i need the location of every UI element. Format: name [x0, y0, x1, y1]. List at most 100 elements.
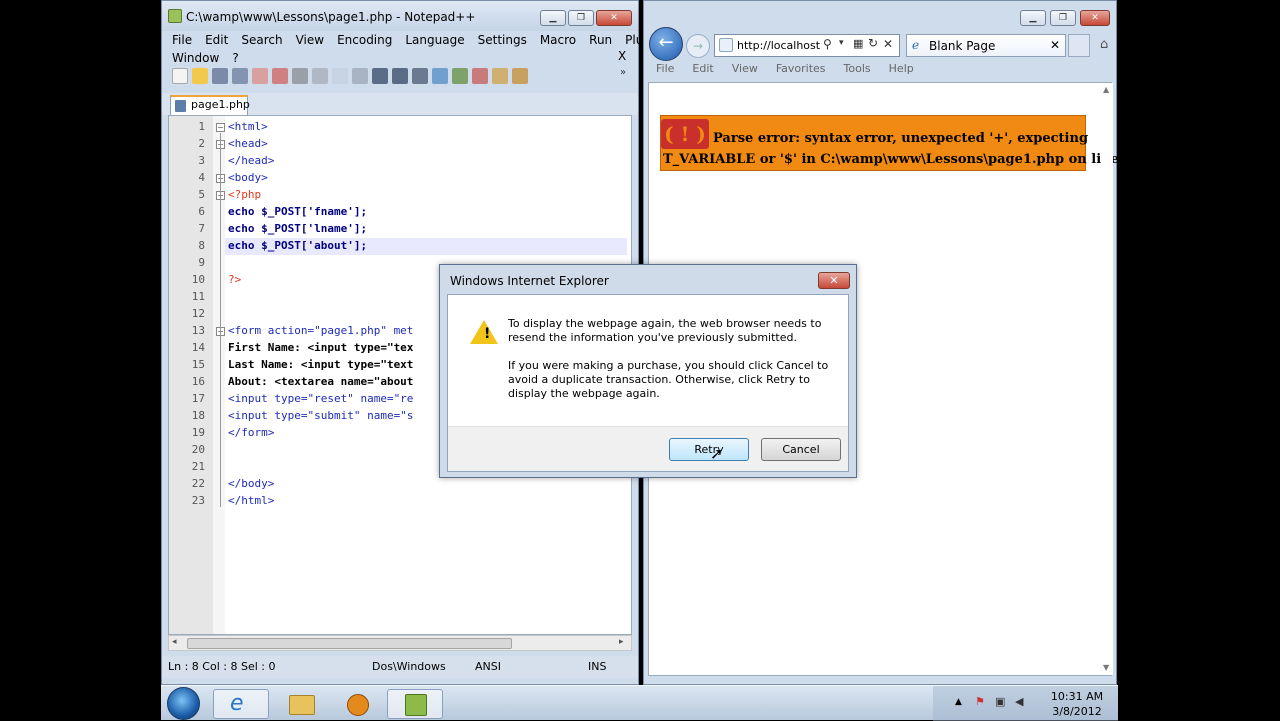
forward-button[interactable]: →	[686, 34, 710, 58]
code-line[interactable]: echo $_POST['about'];	[228, 239, 367, 252]
start-button[interactable]	[167, 687, 200, 720]
close-button[interactable]: ✕	[596, 10, 632, 26]
new-file-icon[interactable]	[172, 68, 188, 84]
line-number: 19	[191, 426, 205, 439]
menu-search[interactable]: Search	[241, 31, 282, 49]
ie-menu-help[interactable]: Help	[889, 62, 914, 75]
ie-menu-file[interactable]: File	[656, 62, 674, 75]
close-file-icon[interactable]	[252, 68, 268, 84]
address-bar[interactable]: http://localhost ⚲ ▾ ▦ ↻ ✕	[714, 34, 900, 57]
line-number: 11	[191, 290, 205, 303]
redo-icon[interactable]	[392, 68, 408, 84]
code-line[interactable]: echo $_POST['fname'];	[228, 205, 367, 218]
ie-maximize-button[interactable]: ❐	[1050, 10, 1076, 26]
notepad-titlebar[interactable]: C:\wamp\www\Lessons\page1.php - Notepad+…	[162, 1, 638, 31]
clock-date[interactable]: 3/8/2012	[1049, 705, 1105, 718]
scroll-left-icon[interactable]: ◂	[172, 637, 177, 647]
code-line[interactable]: <?php	[228, 188, 261, 201]
wrap-icon[interactable]	[512, 68, 528, 84]
toolbar-overflow-icon[interactable]: »	[620, 67, 626, 78]
taskbar-notepadpp[interactable]	[387, 689, 443, 719]
menu-view[interactable]: View	[296, 31, 324, 49]
ie-tab-icon: ℯ	[912, 38, 920, 52]
tab-blank-page[interactable]: ℯ Blank Page ✕	[906, 34, 1066, 57]
new-tab-button[interactable]	[1068, 34, 1090, 57]
code-line[interactable]: </head>	[228, 154, 274, 167]
save-icon[interactable]	[212, 68, 228, 84]
dialog-close-button[interactable]: ✕	[818, 272, 850, 289]
code-line[interactable]: </form>	[228, 426, 274, 439]
horizontal-scrollbar[interactable]: ◂ ▸	[168, 635, 632, 651]
code-line[interactable]: echo $_POST['lname'];	[228, 222, 367, 235]
menu-edit[interactable]: Edit	[205, 31, 228, 49]
refresh-icon[interactable]: ↻	[868, 36, 878, 50]
clock-time[interactable]: 10:31 AM	[1049, 690, 1105, 703]
scroll-thumb[interactable]	[187, 638, 512, 649]
sync-scroll-icon[interactable]	[492, 68, 508, 84]
stop-icon[interactable]: ✕	[883, 37, 893, 51]
tab-close-icon[interactable]: ✕	[1050, 38, 1060, 52]
code-line[interactable]: <form action="page1.php" met	[228, 324, 413, 337]
tab-page1[interactable]: page1.php	[170, 95, 250, 115]
zoom-out-icon[interactable]	[472, 68, 488, 84]
paste-icon[interactable]	[352, 68, 368, 84]
fold-toggle-icon[interactable]: −	[216, 123, 225, 132]
search-icon[interactable]: ⚲	[823, 37, 832, 51]
code-line[interactable]: </html>	[228, 494, 274, 507]
scroll-up-icon[interactable]: ▲	[1103, 85, 1109, 94]
line-number: 5	[198, 188, 205, 201]
dialog-title: Windows Internet Explorer	[450, 274, 609, 288]
code-line[interactable]: <input type="reset" name="re	[228, 392, 413, 405]
menu-macro[interactable]: Macro	[540, 31, 576, 49]
taskbar-explorer[interactable]	[273, 689, 329, 719]
network-icon[interactable]: ▣	[995, 695, 1005, 708]
action-center-icon[interactable]: ⚑	[975, 695, 985, 708]
save-all-icon[interactable]	[232, 68, 248, 84]
close-document-icon[interactable]: X	[618, 49, 626, 63]
code-line[interactable]: <head>	[228, 137, 268, 150]
show-hidden-icons-icon[interactable]: ▲	[955, 697, 962, 707]
dropdown-icon[interactable]: ▾	[839, 38, 844, 48]
ie-close-button[interactable]: ✕	[1080, 10, 1110, 26]
scroll-down-icon[interactable]: ▼	[1103, 663, 1109, 672]
home-icon[interactable]: ⌂	[1100, 37, 1108, 52]
menu-language[interactable]: Language	[405, 31, 464, 49]
code-line[interactable]: Last Name: <input type="text	[228, 358, 413, 371]
code-line[interactable]: </body>	[228, 477, 274, 490]
zoom-in-icon[interactable]	[452, 68, 468, 84]
menu-file[interactable]: File	[172, 31, 192, 49]
minimize-button[interactable]: ▁	[540, 10, 566, 26]
back-button[interactable]: ←	[649, 27, 683, 61]
code-line[interactable]: About: <textarea name="about	[228, 375, 413, 388]
find-icon[interactable]	[412, 68, 428, 84]
close-all-icon[interactable]	[272, 68, 288, 84]
ie-menu-view[interactable]: View	[732, 62, 758, 75]
maximize-button[interactable]: ❐	[568, 10, 594, 26]
undo-icon[interactable]	[372, 68, 388, 84]
code-line[interactable]: First Name: <input type="tex	[228, 341, 413, 354]
ie-vertical-scrollbar[interactable]: ▲ ▼	[1101, 83, 1113, 675]
menu-settings[interactable]: Settings	[478, 31, 527, 49]
ie-menu-tools[interactable]: Tools	[844, 62, 871, 75]
scroll-right-icon[interactable]: ▸	[619, 637, 624, 647]
print-icon[interactable]	[292, 68, 308, 84]
menu-run[interactable]: Run	[589, 31, 612, 49]
ie-menu-favorites[interactable]: Favorites	[776, 62, 826, 75]
taskbar-media-player[interactable]	[329, 689, 385, 719]
code-line[interactable]: ?>	[228, 273, 241, 286]
menu-encoding[interactable]: Encoding	[337, 31, 392, 49]
taskbar-ie[interactable]: e	[213, 689, 269, 719]
code-line[interactable]: <body>	[228, 171, 268, 184]
volume-icon[interactable]: ◀	[1015, 695, 1023, 708]
ie-minimize-button[interactable]: ▁	[1020, 10, 1046, 26]
retry-button[interactable]: Retry	[669, 438, 749, 461]
copy-icon[interactable]	[332, 68, 348, 84]
replace-icon[interactable]	[432, 68, 448, 84]
cut-icon[interactable]	[312, 68, 328, 84]
ie-menu-edit[interactable]: Edit	[692, 62, 713, 75]
compat-view-icon[interactable]: ▦	[853, 37, 863, 50]
open-file-icon[interactable]	[192, 68, 208, 84]
code-line[interactable]: <html>	[228, 120, 268, 133]
code-line[interactable]: <input type="submit" name="s	[228, 409, 413, 422]
cancel-button[interactable]: Cancel	[761, 438, 841, 461]
